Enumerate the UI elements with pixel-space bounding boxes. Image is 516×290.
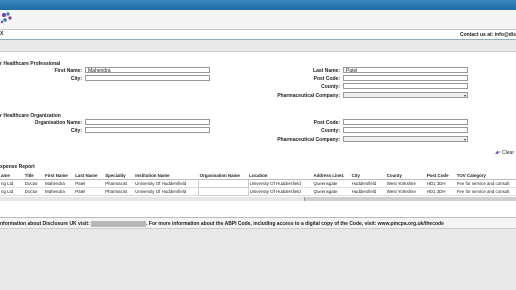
org-name-label: Organisation Name: (34, 120, 82, 126)
scrollbar-thumb[interactable] (0, 197, 305, 201)
clear-label: Clear (502, 150, 514, 156)
org-post-code-input[interactable] (343, 119, 468, 125)
first-name-input[interactable]: Mahendra (85, 67, 210, 73)
footer-text-before: nformation about Disclosure UK visit: (0, 221, 90, 227)
table-cell: University Of Huddersfield (134, 179, 199, 188)
table-cell: ng Ltd (0, 179, 24, 188)
county-label: County: (321, 84, 340, 90)
column-header[interactable]: Address Line1 (312, 172, 351, 180)
table-cell: Huddersfield (350, 187, 386, 196)
table-cell: Pharmacist (104, 179, 135, 188)
table-cell: West Yorkshire (385, 179, 426, 188)
column-header[interactable]: Institution Name (134, 172, 199, 180)
org-pharma-company-select[interactable]: ▾ (343, 136, 468, 142)
table-cell: University Of Huddersfield (248, 187, 313, 196)
org-pharma-company-label: Pharmaceutical Company: (277, 137, 340, 143)
disclosure-logo-icon (0, 12, 12, 24)
contact-info: Contact us at: info@dis (460, 32, 516, 38)
clear-button[interactable]: Clear (494, 150, 514, 156)
expense-report-table: ame Title First Name Last Name Speciality Ins… (0, 172, 516, 196)
table-cell: Doctor (23, 179, 45, 188)
table-cell: Doctor (23, 187, 45, 196)
first-name-label: First Name: (54, 68, 82, 74)
table-cell: Huddersfield (350, 179, 386, 188)
column-header[interactable]: ame (0, 172, 24, 180)
chevron-down-icon: ▾ (463, 137, 466, 142)
table-cell: HD1 3DH (425, 179, 456, 188)
eraser-icon (494, 150, 501, 155)
city-input[interactable] (85, 75, 210, 81)
table-cell: Pharmacist (104, 187, 135, 196)
footer: nformation about Disclosure UK visit: ww… (0, 217, 516, 229)
table-cell: Mahendra (44, 179, 75, 188)
table-cell: Mahendra (44, 187, 75, 196)
org-city-input[interactable] (85, 127, 210, 133)
table-cell: Queensgate (312, 179, 351, 188)
table-cell: University Of Huddersfield (248, 179, 313, 188)
section-hcp-title: r Healthcare Professional (0, 61, 61, 67)
logo-area (0, 10, 516, 29)
table-cell: HD1 3DH (425, 187, 456, 196)
nav-bar: X Contact us at: info@dis (0, 29, 516, 40)
report-title: xpense Report (0, 164, 35, 170)
post-code-label: Post Code: (313, 76, 340, 82)
pharma-company-select[interactable]: ▾ (343, 92, 468, 98)
close-menu-button[interactable]: X (0, 31, 3, 37)
column-header[interactable]: County (385, 172, 426, 180)
table-cell: Queensgate (312, 187, 351, 196)
horizontal-scrollbar[interactable] (0, 197, 516, 201)
chevron-down-icon: ▾ (463, 93, 466, 98)
column-header[interactable]: Location (248, 172, 313, 180)
table-cell: Fee for service and consult (455, 179, 516, 188)
table-cell (198, 179, 249, 188)
org-city-label: City: (70, 128, 82, 134)
last-name-label: Last Name: (313, 68, 340, 74)
table-cell: University Of Huddersfield (134, 187, 199, 196)
org-county-label: County: (321, 128, 340, 134)
city-label: City: (70, 76, 82, 82)
column-header[interactable]: Last Name (74, 172, 105, 180)
table-cell: Patel (74, 179, 105, 188)
column-header[interactable]: City (350, 172, 386, 180)
disclosure-uk-link[interactable]: www.disclosureuk.org.uk (91, 221, 147, 227)
column-header[interactable]: Speciality (104, 172, 135, 180)
column-header[interactable]: Organisation Name (198, 172, 249, 180)
column-header[interactable]: First Name (44, 172, 75, 180)
section-hco-title: r Healthcare Organization (0, 113, 61, 119)
pharma-company-label: Pharmaceutical Company: (277, 93, 340, 99)
column-header[interactable]: TOV Category (455, 172, 516, 180)
org-post-code-label: Post Code: (313, 120, 340, 126)
table-cell (198, 187, 249, 196)
post-code-input[interactable] (343, 75, 468, 81)
org-name-input[interactable] (85, 119, 210, 125)
table-row[interactable]: ng Ltd Doctor Mahendra Patel Pharmacist Unive… (0, 187, 516, 196)
table-header-row: ame Title First Name Last Name Speciality Ins… (0, 172, 516, 180)
table-cell: Patel (74, 187, 105, 196)
top-banner (0, 0, 516, 10)
table-cell: West Yorkshire (385, 187, 426, 196)
org-county-input[interactable] (343, 127, 468, 133)
last-name-input[interactable]: Patel (343, 67, 468, 73)
table-cell: ng Ltd (0, 187, 24, 196)
footer-text-after: . For more information about the ABPI Co… (146, 221, 444, 227)
table-cell: Fee for service and consult (455, 187, 516, 196)
column-header[interactable]: Post Code (425, 172, 456, 180)
county-input[interactable] (343, 83, 468, 89)
table-row[interactable]: ng Ltd Doctor Mahendra Patel Pharmacist Unive… (0, 179, 516, 188)
column-header[interactable]: Title (23, 172, 45, 180)
